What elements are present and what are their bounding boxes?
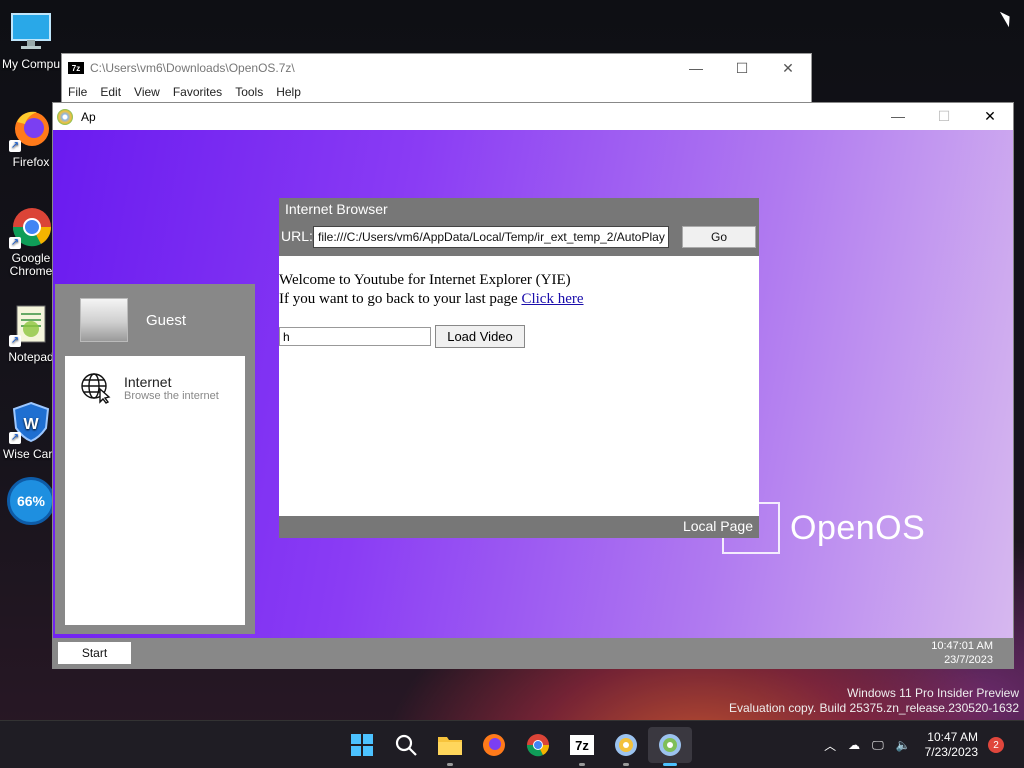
app-list: Internet Browse the internet <box>65 356 245 625</box>
browser-footer: Local Page <box>279 516 759 538</box>
internet-browser-window: Internet Browser URL: file:///C:/Users/v… <box>279 198 759 538</box>
network-icon[interactable]: 🖵 <box>872 738 884 753</box>
running-indicator <box>447 763 453 766</box>
minimize-button[interactable]: — <box>875 103 921 129</box>
disc-app-active-icon <box>659 734 681 756</box>
welcome-text: Welcome to Youtube for Internet Explorer… <box>279 272 571 288</box>
openos-clock: 10:47:01 AM 23/7/2023 <box>931 639 993 667</box>
watermark-line2: Evaluation copy. Build 25375.zn_release.… <box>729 701 1019 715</box>
user-header: Guest <box>55 284 255 356</box>
taskbar-firefox[interactable] <box>472 727 516 763</box>
sevenzip-title: C:\Users\vm6\Downloads\OpenOS.7z\ <box>90 61 295 75</box>
url-input[interactable]: file:///C:/Users/vm6/AppData/Local/Temp/… <box>313 226 669 248</box>
avatar <box>80 298 128 342</box>
7zip-icon: 7z <box>68 62 84 74</box>
taskbar-file-explorer[interactable] <box>428 727 472 766</box>
sevenzip-window: 7z C:\Users\vm6\Downloads\OpenOS.7z\ — ☐… <box>61 53 812 103</box>
taskbar-7zip[interactable]: 7z <box>560 727 604 766</box>
browser-header: Internet Browser URL: file:///C:/Users/v… <box>279 198 759 256</box>
search-button[interactable] <box>384 727 428 763</box>
chrome-icon: ↗ <box>9 205 53 249</box>
openos-start-button[interactable]: Start <box>58 642 131 664</box>
taskbar-chrome[interactable] <box>516 727 560 763</box>
memory-percent-badge[interactable]: 66% <box>7 477 55 525</box>
start-button[interactable] <box>340 727 384 763</box>
ap-titlebar[interactable]: Ap <box>53 103 1013 130</box>
disc-app-icon <box>615 734 637 756</box>
back-text: If you want to go back to your last page <box>279 291 518 307</box>
menu-file[interactable]: File <box>68 85 87 99</box>
sevenzip-menubar: File Edit View Favorites Tools Help <box>62 82 811 102</box>
7zip-icon: 7z <box>570 735 594 755</box>
menu-tools[interactable]: Tools <box>235 85 263 99</box>
active-indicator <box>663 763 677 766</box>
clock-time: 10:47 AM <box>927 730 978 744</box>
app-subtitle: Browse the internet <box>124 389 219 402</box>
svg-text:W: W <box>23 416 39 433</box>
menu-view[interactable]: View <box>134 85 160 99</box>
cloud-offline-icon[interactable]: ☁ <box>848 738 860 752</box>
load-video-button[interactable]: Load Video <box>435 325 525 348</box>
chrome-icon <box>526 734 550 757</box>
system-tray: ︿ ☁ 🖵 🔈 10:47 AM 7/23/2023 2 <box>818 721 1024 768</box>
openos-taskbar: Start 10:47:01 AM 23/7/2023 <box>53 638 1013 668</box>
firefox-icon: ↗ <box>9 108 53 152</box>
browser-title: Internet Browser <box>285 201 388 217</box>
video-id-input[interactable]: h <box>279 327 431 346</box>
taskbar-disc-app[interactable] <box>604 727 648 766</box>
windows-watermark: Windows 11 Pro Insider Preview Evaluatio… <box>729 686 1019 716</box>
url-label: URL: <box>281 228 313 244</box>
taskbar-apps: 7z <box>340 727 692 766</box>
windows-taskbar: 7z ︿ ☁ 🖵 🔈 10:47 AM 7/23/2023 2 <box>0 720 1024 768</box>
globe-cursor-icon <box>80 372 112 404</box>
local-page-label: Local Page <box>682 518 753 534</box>
shortcut-arrow-icon: ↗ <box>9 432 21 444</box>
go-button[interactable]: Go <box>682 226 756 248</box>
openos-logo-text: OpenOS <box>790 508 926 547</box>
taskbar-disc-app-active[interactable] <box>648 727 692 766</box>
close-button[interactable]: ✕ <box>967 103 1013 129</box>
shortcut-arrow-icon: ↗ <box>9 140 21 152</box>
username: Guest <box>146 311 187 329</box>
file-explorer-icon <box>438 737 462 755</box>
openos-date: 23/7/2023 <box>944 654 993 666</box>
menu-help[interactable]: Help <box>276 85 301 99</box>
browser-content: Welcome to Youtube for Internet Explorer… <box>279 256 759 516</box>
clock-date: 7/23/2023 <box>924 745 978 759</box>
running-indicator <box>623 763 629 766</box>
watermark-line1: Windows 11 Pro Insider Preview <box>847 686 1019 700</box>
shortcut-arrow-icon: ↗ <box>9 237 21 249</box>
wise-care-icon: W ↗ <box>9 400 53 444</box>
openos-time: 10:47:01 AM <box>931 640 993 652</box>
volume-icon[interactable]: 🔈 <box>896 738 911 752</box>
notepad-icon: ↗ <box>9 303 53 347</box>
ap-window: Ap — ☐ ✕ OpenOS Guest Internet Browse th… <box>52 102 1014 669</box>
chevron-up-icon[interactable]: ︿ <box>824 737 836 754</box>
maximize-button[interactable]: ☐ <box>921 103 967 129</box>
back-text-line: If you want to go back to your last page… <box>279 291 584 308</box>
app-item-internet[interactable]: Internet Browse the internet <box>65 356 245 404</box>
menu-favorites[interactable]: Favorites <box>173 85 222 99</box>
close-button[interactable]: ✕ <box>765 54 811 82</box>
minimize-button[interactable]: — <box>673 54 719 82</box>
computer-icon <box>9 10 53 54</box>
desktop-icon-my-computer[interactable]: My Compu <box>0 10 62 71</box>
openos-start-menu: Guest Internet Browse the internet <box>55 284 255 634</box>
maximize-button[interactable]: ☐ <box>719 54 765 82</box>
running-indicator <box>579 763 585 766</box>
shortcut-arrow-icon: ↗ <box>9 335 21 347</box>
start-icon <box>351 734 373 756</box>
ap-title: Ap <box>81 109 96 124</box>
openos-desktop: OpenOS Guest Internet Browse the interne… <box>53 130 1013 668</box>
system-clock[interactable]: 10:47 AM 7/23/2023 <box>925 730 978 760</box>
app-disc-icon <box>57 108 73 125</box>
firefox-icon <box>483 734 505 756</box>
notification-badge[interactable]: 2 <box>988 737 1004 753</box>
app-title: Internet <box>124 373 172 390</box>
mouse-cursor-icon <box>999 8 1015 28</box>
search-icon <box>395 734 417 756</box>
menu-edit[interactable]: Edit <box>100 85 121 99</box>
click-here-link[interactable]: Click here <box>521 291 583 307</box>
desktop-icon-label: My Compu <box>1 57 60 71</box>
